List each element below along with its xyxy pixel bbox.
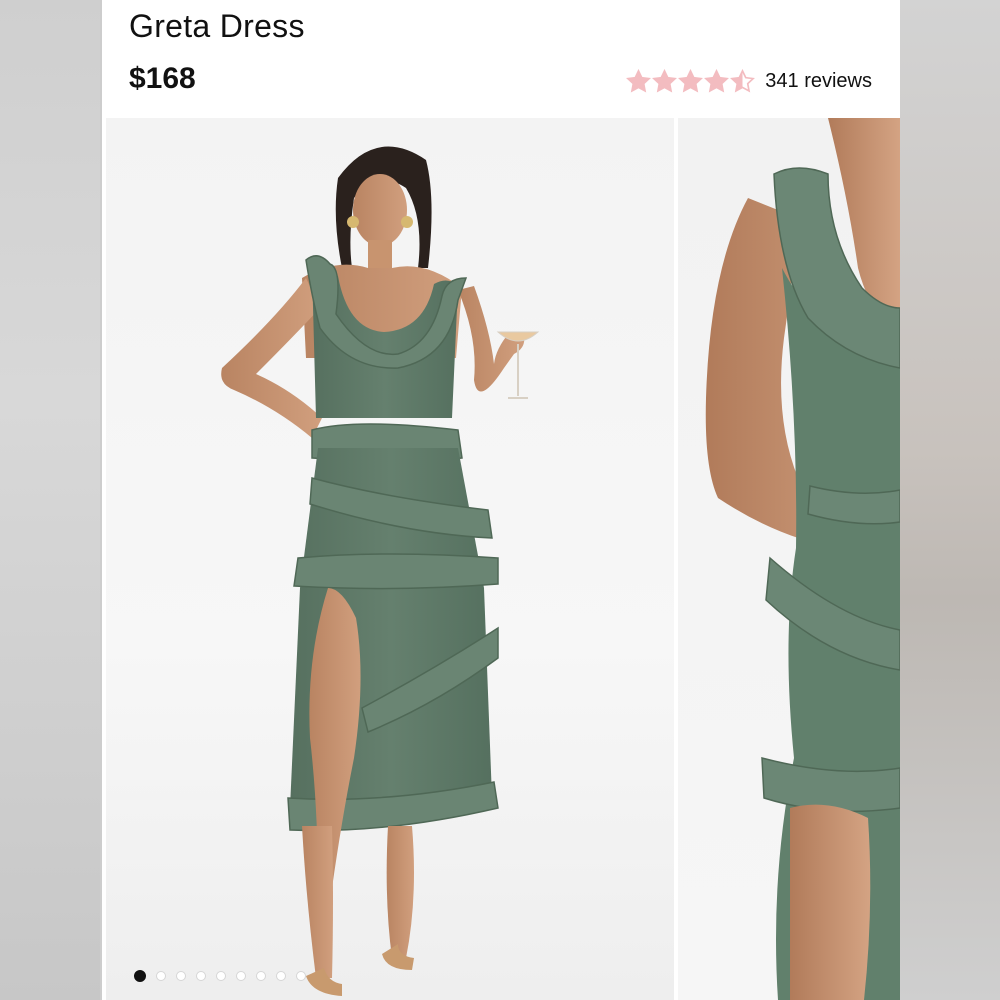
gallery-dot[interactable] [256,971,266,981]
gallery-dot-active[interactable] [134,970,146,982]
gallery-dot[interactable] [176,971,186,981]
rating-star-icon [730,68,756,93]
background-blur-left [0,0,100,1000]
gallery-dot[interactable] [276,971,286,981]
product-header: Greta Dress $168 341 reviews [102,0,900,118]
gallery-dot[interactable] [216,971,226,981]
reviews-link[interactable]: 341 reviews [765,70,872,93]
rating-star-icon [704,68,730,93]
model-full-length-photo[interactable] [106,118,674,1000]
product-rating[interactable]: 341 reviews [626,66,872,96]
product-title: Greta Dress [129,8,305,44]
gallery-dot[interactable] [156,971,166,981]
gallery-pagination[interactable] [134,970,306,982]
model-closeup-photo[interactable] [678,118,900,1000]
rating-stars [626,68,756,94]
rating-star-icon [652,68,678,93]
rating-star-icon [626,68,652,93]
rating-star-icon [678,68,704,93]
image-gallery[interactable] [102,118,900,1000]
product-price: $168 [129,62,196,95]
background-blur-right [900,0,1000,1000]
gallery-dot[interactable] [296,971,306,981]
gallery-dot[interactable] [236,971,246,981]
product-page: Greta Dress $168 341 reviews [102,0,900,1000]
gallery-dot[interactable] [196,971,206,981]
